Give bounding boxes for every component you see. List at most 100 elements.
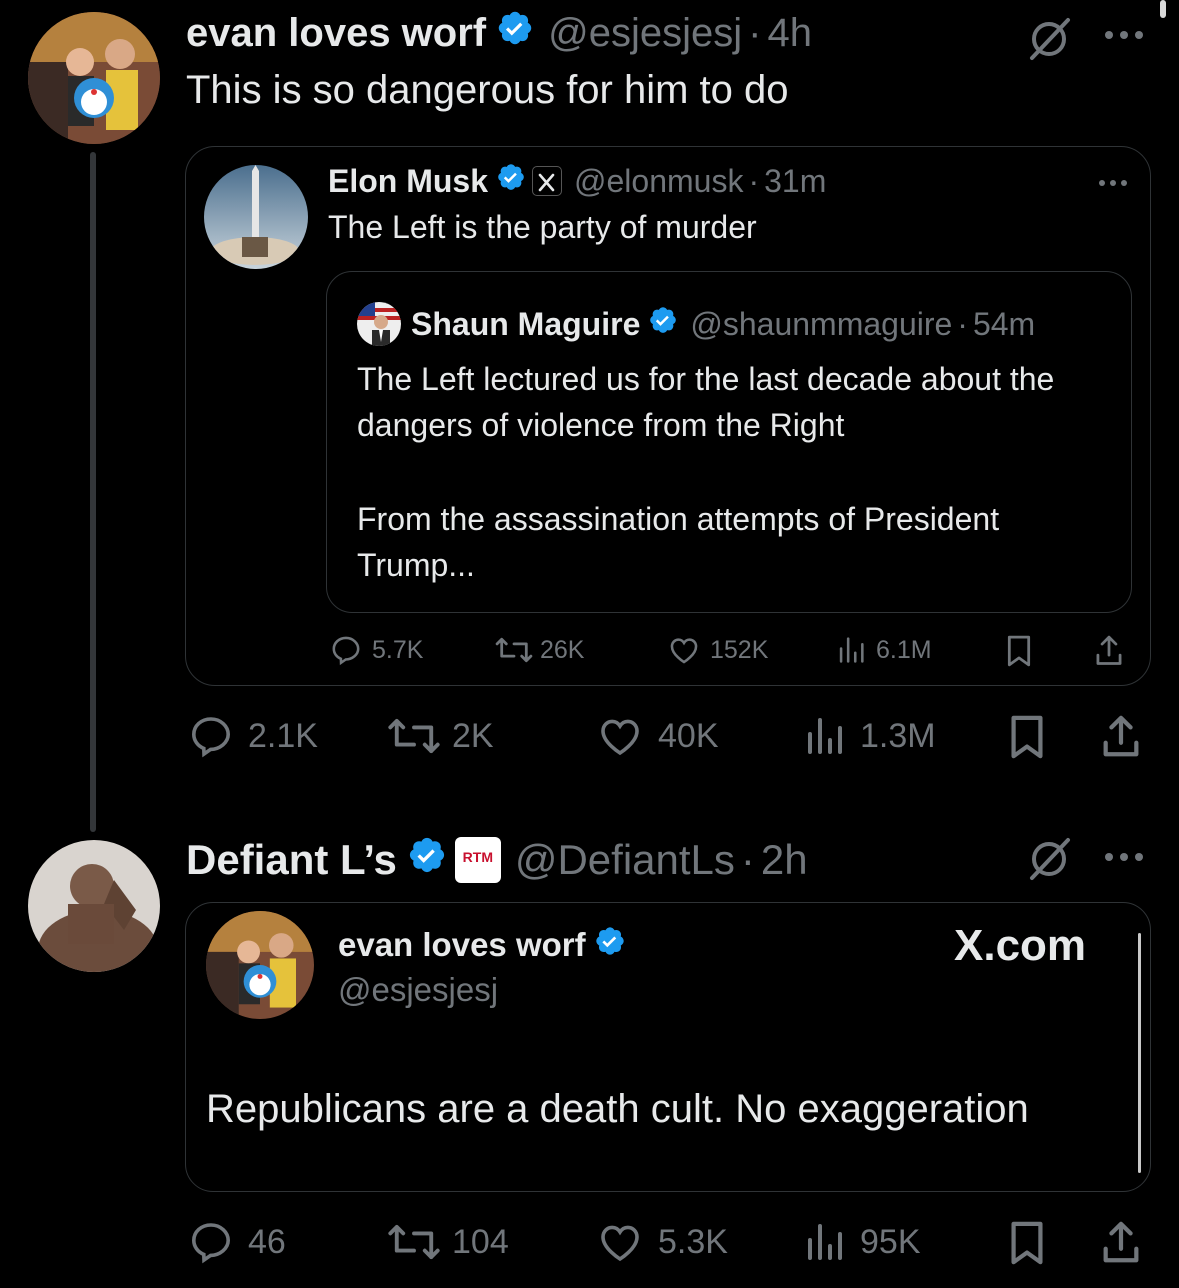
display-name[interactable]: Defiant L’s xyxy=(186,836,397,884)
views-icon xyxy=(808,1224,842,1260)
repost-button[interactable]: 104 xyxy=(386,1218,509,1266)
quote-share-icon[interactable] xyxy=(1092,633,1126,674)
repost-icon xyxy=(388,718,440,754)
rocket-photo xyxy=(204,165,308,269)
handle[interactable]: @DefiantLs xyxy=(515,836,735,884)
display-name[interactable]: evan loves worf xyxy=(186,11,486,56)
verified-badge-icon xyxy=(648,305,678,343)
grok-icon[interactable] xyxy=(1024,14,1074,64)
view-count: 1.3M xyxy=(860,716,936,755)
embed-header: evan loves worf xyxy=(338,925,626,965)
embed-handle: @esjesjesj xyxy=(338,971,499,1008)
quote-header: Elon Musk @elonmusk · 31m xyxy=(328,161,826,201)
nested-handle[interactable]: @shaunmmaguire xyxy=(690,306,952,343)
post-header: Defiant L’s RTM @DefiantLs · 2h xyxy=(186,836,808,884)
nested-quote-card[interactable]: Shaun Maguire @shaunmmaguire · 54m The L… xyxy=(326,271,1132,613)
quote-like-button[interactable]: 152K xyxy=(666,633,768,667)
avatar-photo xyxy=(206,911,314,1019)
dot-separator-icon: · xyxy=(740,836,755,883)
nested-quote-text-2: From the assassination attempts of Presi… xyxy=(357,501,1000,583)
scrollbar[interactable] xyxy=(1160,0,1166,18)
embed-watermark: X.com xyxy=(954,921,1087,970)
quote-display-name[interactable]: Elon Musk xyxy=(328,163,488,200)
nested-timestamp[interactable]: 54m xyxy=(973,306,1035,343)
quote-avatar[interactable] xyxy=(204,165,308,269)
repost-count: 104 xyxy=(452,1222,509,1261)
reply-icon xyxy=(332,636,360,666)
like-count: 5.3K xyxy=(658,1222,728,1261)
share-icon[interactable] xyxy=(1098,712,1144,767)
quote-more-options-icon[interactable] xyxy=(1096,175,1132,186)
reply-icon xyxy=(191,717,231,758)
verified-badge-icon xyxy=(496,9,534,57)
repost-icon xyxy=(388,1224,440,1260)
bookmark-icon[interactable] xyxy=(1004,712,1050,767)
views-button[interactable]: 1.3M xyxy=(800,712,936,760)
quote-views-button[interactable]: 6.1M xyxy=(834,633,932,667)
heart-icon xyxy=(601,719,639,756)
like-button[interactable]: 5.3K xyxy=(594,1218,728,1266)
nested-display-name[interactable]: Shaun Maguire xyxy=(411,306,640,343)
grok-icon[interactable] xyxy=(1024,834,1074,884)
reply-icon xyxy=(191,1223,231,1264)
affiliate-badge-label: RTM xyxy=(462,849,493,865)
reply-button[interactable]: 46 xyxy=(186,1218,286,1266)
nested-quote-header: Shaun Maguire @shaunmmaguire · 54m xyxy=(411,302,1035,346)
views-button[interactable]: 95K xyxy=(800,1218,921,1266)
repost-button[interactable]: 2K xyxy=(386,712,494,760)
quote-tweet-card[interactable]: Elon Musk @elonmusk · 31m The Left is th… xyxy=(185,146,1151,686)
verified-badge-icon xyxy=(407,835,447,885)
repost-count: 2K xyxy=(452,716,494,755)
affiliate-badge[interactable]: RTM xyxy=(454,837,501,883)
embedded-screenshot-card[interactable]: evan loves worf @esjesjesj X.com Republi… xyxy=(185,902,1151,1192)
views-icon xyxy=(808,718,842,754)
reply-button[interactable]: 2.1K xyxy=(186,712,318,760)
x-affiliate-icon xyxy=(532,166,563,196)
nested-quote-text-1: The Left lectured us for the last decade… xyxy=(357,361,1055,443)
flag-photo xyxy=(357,302,401,346)
verified-badge-icon xyxy=(594,925,626,965)
timestamp[interactable]: 2h xyxy=(761,836,808,884)
quote-handle[interactable]: @elonmusk xyxy=(574,163,743,200)
repost-count: 26K xyxy=(540,635,585,664)
quote-timestamp[interactable]: 31m xyxy=(764,163,826,200)
embed-text: Republicans are a death cult. No exagger… xyxy=(206,1087,1029,1131)
quote-bookmark-icon[interactable] xyxy=(1002,633,1036,674)
heart-icon xyxy=(670,638,698,664)
thread-line xyxy=(90,152,96,832)
more-options-icon[interactable] xyxy=(1100,850,1150,864)
dot-separator-icon: · xyxy=(748,10,762,55)
like-count: 152K xyxy=(710,635,769,664)
share-icon[interactable] xyxy=(1098,1218,1144,1273)
reply-count: 2.1K xyxy=(248,716,318,755)
embed-edge-line xyxy=(1138,933,1141,1173)
heart-icon xyxy=(601,1225,639,1262)
views-icon xyxy=(839,637,864,663)
avatar[interactable] xyxy=(28,840,160,972)
dot-separator-icon: · xyxy=(957,305,968,342)
more-options-icon[interactable] xyxy=(1100,28,1150,42)
handle[interactable]: @esjesjesj xyxy=(548,11,742,56)
view-count: 6.1M xyxy=(876,635,932,664)
bookmark-icon[interactable] xyxy=(1004,1218,1050,1273)
reply-count: 46 xyxy=(248,1222,286,1261)
post-text: This is so dangerous for him to do xyxy=(186,68,789,112)
avatar[interactable] xyxy=(28,12,160,144)
repost-icon xyxy=(495,637,533,663)
view-count: 95K xyxy=(860,1222,921,1261)
verified-badge-icon xyxy=(496,162,526,200)
dot-separator-icon: · xyxy=(748,162,760,199)
quote-repost-button[interactable]: 26K xyxy=(494,633,584,667)
quote-reply-button[interactable]: 5.7K xyxy=(328,633,423,667)
quote-text: The Left is the party of murder xyxy=(328,209,757,245)
reply-count: 5.7K xyxy=(372,635,424,664)
embed-display-name: evan loves worf xyxy=(338,926,586,963)
nested-quote-avatar[interactable] xyxy=(357,302,401,346)
timestamp[interactable]: 4h xyxy=(767,11,812,56)
embed-avatar xyxy=(206,911,314,1019)
post-header: evan loves worf @esjesjesj · 4h xyxy=(186,10,812,56)
like-button[interactable]: 40K xyxy=(594,712,719,760)
statue-photo xyxy=(28,840,160,972)
avatar-photo xyxy=(28,12,160,144)
like-count: 40K xyxy=(658,716,719,755)
